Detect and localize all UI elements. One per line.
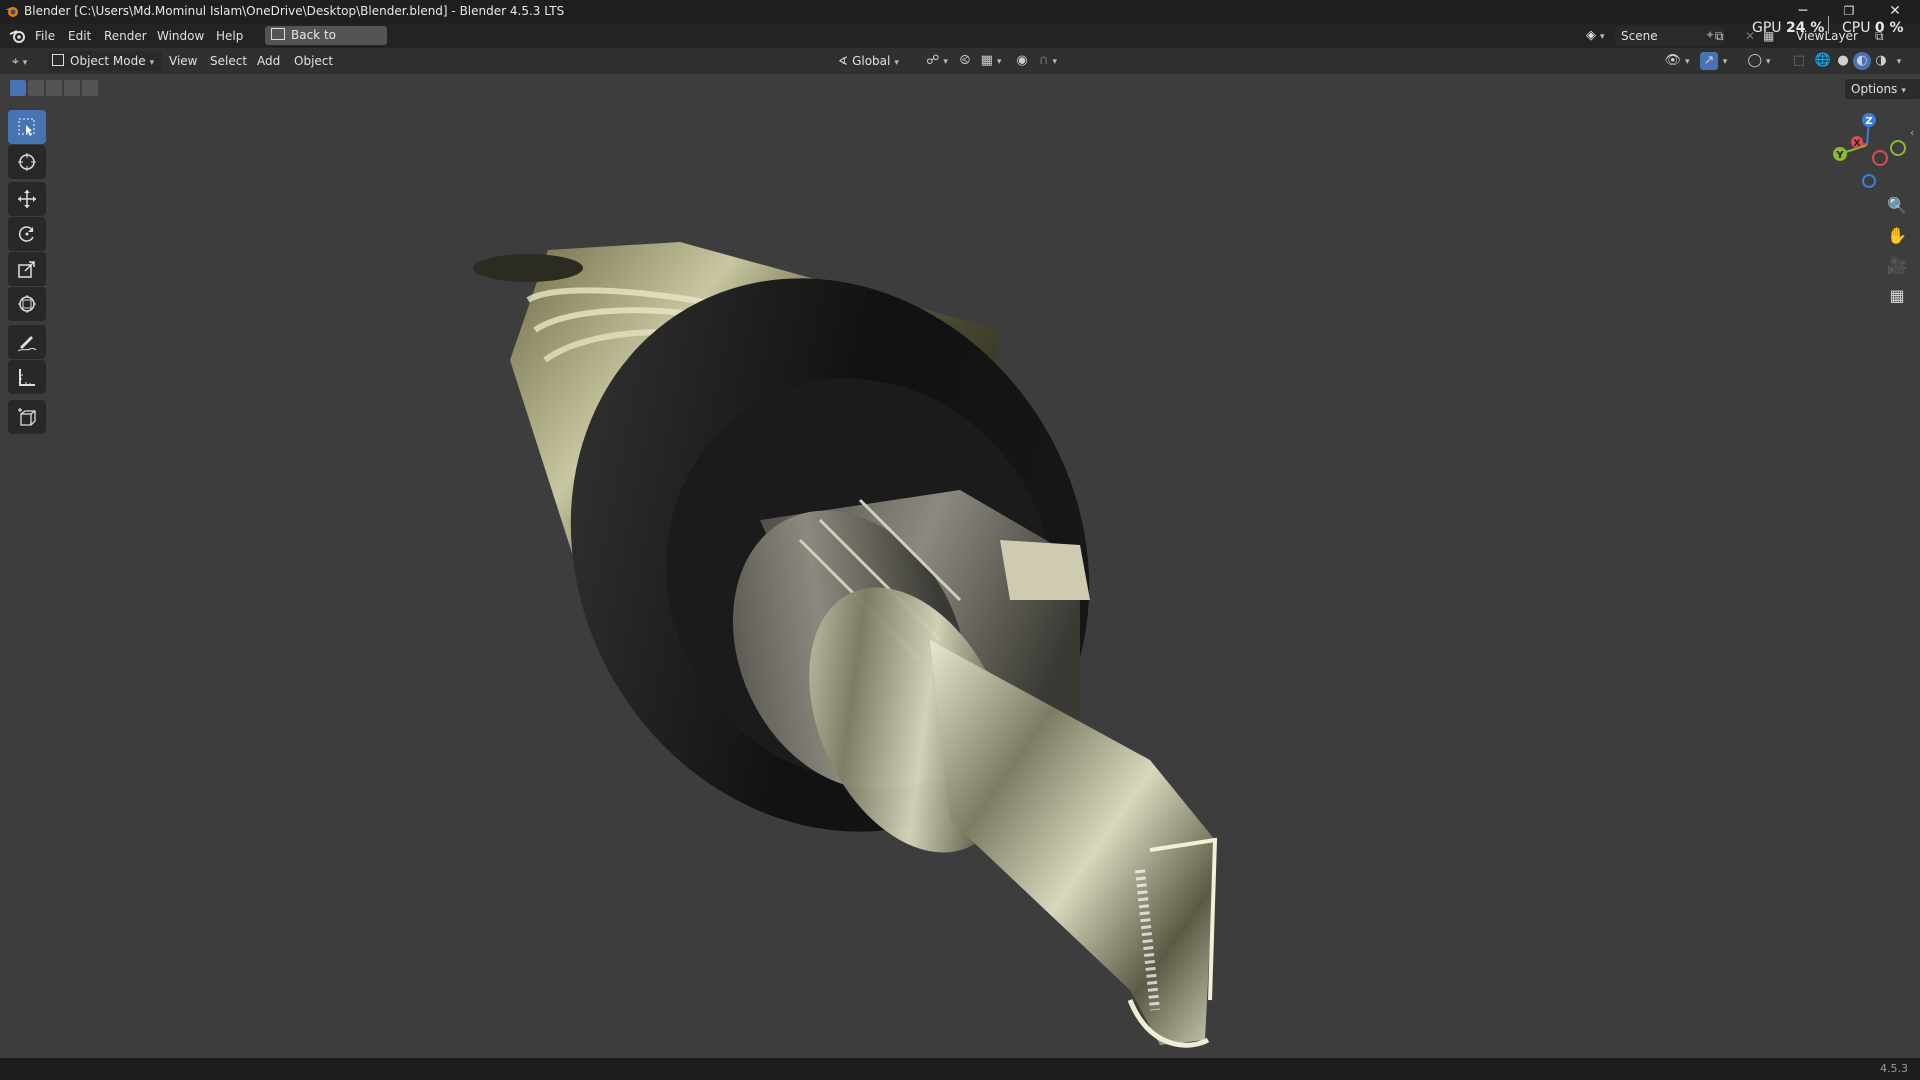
wireframe-shading-icon[interactable]: 🌐 [1814,52,1832,70]
pivot-point-icon[interactable]: ☍ ▾ [924,52,950,70]
gizmo-dropdown[interactable]: ▾ [1718,52,1732,70]
gizmo-neg-z-axis[interactable] [1862,174,1876,188]
header-menu-view[interactable]: View [169,51,197,71]
selectability-visibility-icon[interactable]: 👁 ▾ [1662,52,1692,70]
transform-orientation-dropdown[interactable]: ∢ Global ▾ [838,51,914,71]
pin-icon[interactable]: ✦ [1705,28,1715,42]
version-label: 4.5.3 [1880,1062,1908,1075]
cpu-label: CPU [1842,20,1871,36]
orientation-label: Global [852,54,891,68]
back-icon [271,28,285,40]
scene-field[interactable]: Scene ✦ [1615,26,1725,46]
mode-dropdown[interactable]: Object Mode ▾ [48,51,162,71]
viewport-3d-object[interactable] [0,74,1920,1058]
status-bar: 4.5.3 [0,1058,1920,1080]
sidebar-toggle-icon[interactable]: ‹ [1910,126,1914,139]
window-title-bar: Blender [C:\Users\Md.Mominul Islam\OneDr… [0,0,1920,24]
menu-file[interactable]: File [29,27,61,45]
back-to-previous-button[interactable]: Back to Previous [265,26,387,61]
editor-type-selector[interactable]: ⌖ ▾ [12,51,40,71]
new-scene-icon[interactable]: ⧉ [1715,26,1737,46]
gpu-value: 24 % [1786,20,1825,36]
material-preview-shading-icon[interactable]: ◐ [1853,52,1871,70]
snap-toggle-icon[interactable]: ⧀ [956,52,974,70]
gizmo-y-label: Y [1835,150,1844,161]
gizmo-toggle-icon[interactable]: ↗ [1700,52,1718,70]
menu-edit[interactable]: Edit [62,27,97,45]
stat-divider [1828,16,1829,34]
gpu-label: GPU [1752,20,1782,36]
gizmo-z-label: Z [1865,116,1872,127]
orientation-icon: ∢ [838,54,849,68]
scene-selector-icon[interactable]: ◈ ▾ [1586,26,1612,46]
mode-label: Object Mode [70,54,146,68]
blender-menu-icon[interactable] [9,28,27,44]
header-menu-select[interactable]: Select [210,51,247,71]
scene-name: Scene [1621,29,1658,43]
xray-toggle-icon[interactable]: □ [1790,52,1808,70]
proportional-editing-icon[interactable]: ◉ [1013,52,1031,70]
gpu-stat: GPU 24 % [1752,20,1824,36]
falloff-icon[interactable]: ∩ ▾ [1033,52,1063,70]
snap-target-icon[interactable]: ▦ ▾ [976,52,1006,70]
gizmo-x-label: X [1854,139,1861,149]
navigation-gizmo[interactable]: Z Y X [1820,108,1910,188]
cpu-stat: CPU 0 % [1842,20,1904,36]
window-title: Blender [C:\Users\Md.Mominul Islam\OneDr… [24,4,565,18]
menu-help[interactable]: Help [210,27,249,45]
gizmo-neg-y-axis[interactable] [1890,140,1906,156]
perspective-grid-icon[interactable]: ▦ [1881,282,1913,310]
header-menu-add[interactable]: Add [257,51,280,71]
solid-shading-icon[interactable]: ● [1834,52,1852,70]
pan-hand-icon[interactable]: ✋ [1881,222,1913,250]
menu-render[interactable]: Render [98,27,153,45]
menu-window[interactable]: Window [151,27,210,45]
shading-dropdown[interactable]: ▾ [1892,52,1906,70]
overlays-icon[interactable]: ◯ ▾ [1744,52,1774,70]
object-mode-icon [52,54,64,66]
rendered-shading-icon[interactable]: ◑ [1872,52,1890,70]
gizmo-neg-x-axis[interactable] [1872,150,1888,166]
header-menu-object[interactable]: Object [294,51,333,71]
zoom-icon[interactable]: 🔍 [1881,192,1913,220]
blender-logo-icon [5,7,18,17]
cpu-value: 0 % [1874,20,1904,36]
camera-view-icon[interactable]: 🎥 [1881,252,1913,280]
